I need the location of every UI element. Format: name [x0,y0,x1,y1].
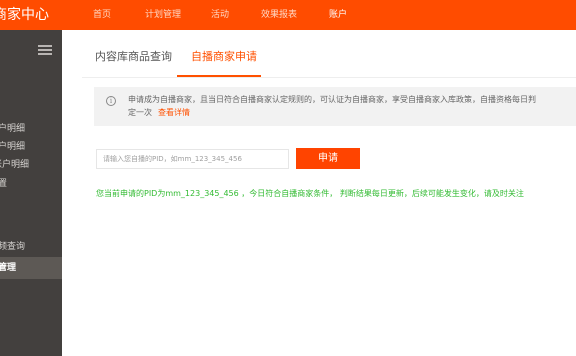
nav-effect-report[interactable]: 效果报表 [261,0,297,30]
notice-text-line2: 定一次 查看详情 [128,107,190,119]
sidebar-item-sub-account-detail[interactable]: 账户明细 [0,156,62,174]
sidebar-item-settings[interactable]: 置 [0,175,62,193]
nav-activity[interactable]: 活动 [211,0,229,30]
top-navbar: 商家中心 首页 计划管理 活动 效果报表 账户 [0,0,576,30]
tab-self-broadcast-apply[interactable]: 自播商家申请 [191,48,257,64]
active-tab-indicator [177,75,261,77]
info-icon: i [106,96,116,106]
sidebar-item-account-detail[interactable]: 户明细 [0,120,62,138]
sidebar-item-account-detail-2[interactable]: 户明细 [0,138,62,156]
tab-divider [82,77,576,78]
nav-home[interactable]: 首页 [93,0,111,30]
tab-content-library-query[interactable]: 内容库商品查询 [95,48,172,64]
sidebar-item-management[interactable]: 管理 [0,257,62,279]
apply-result-message: 您当前申请的PID为mm_123_345_456 ，今日符合自播商家条件， 判断… [96,189,524,198]
nav-plan-management[interactable]: 计划管理 [145,0,181,30]
view-details-link[interactable]: 查看详情 [158,108,190,117]
notice-box: i 申请成为自播商家，且当日符合自播商家认定规则的，可认证为自播商家，享受自播商… [94,87,576,126]
menu-icon[interactable] [38,45,52,55]
brand-title: 商家中心 [0,7,49,23]
notice-text: 申请成为自播商家，且当日符合自播商家认定规则的，可认证为自播商家，享受自播商家入… [128,95,536,104]
main-content: 内容库商品查询 自播商家申请 i 申请成为自播商家，且当日符合自播商家认定规则的… [62,30,576,356]
notice-text-tail: 定一次 [128,108,152,117]
nav-account[interactable]: 账户 [329,0,347,30]
pid-input[interactable] [96,149,289,169]
sidebar: 户明细 户明细 账户明细 置 频查询 管理 [0,30,62,356]
sidebar-item-query[interactable]: 频查询 [0,238,62,256]
apply-button[interactable]: 申请 [296,148,360,169]
